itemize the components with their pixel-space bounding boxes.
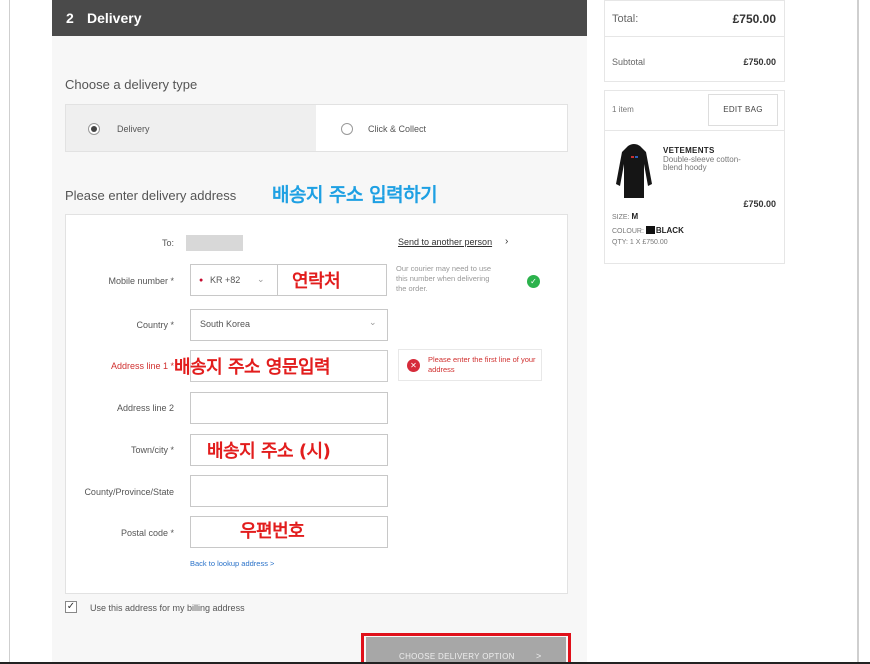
colour-swatch bbox=[645, 226, 655, 234]
annotation-line1: 배송지 주소 영문입력 bbox=[174, 357, 331, 378]
subtotal-label: Subtotal bbox=[612, 57, 646, 67]
back-to-lookup-link[interactable]: Back to lookup address > bbox=[190, 559, 274, 568]
country-value: South Korea bbox=[200, 319, 251, 329]
summary-divider bbox=[605, 130, 784, 131]
product-size: SIZE: M bbox=[612, 212, 638, 221]
edit-bag-label: EDIT BAG bbox=[723, 105, 763, 114]
checkbox-checked-icon[interactable]: ✓ bbox=[65, 601, 77, 613]
size-label: SIZE: bbox=[612, 214, 630, 221]
country-label: Country * bbox=[136, 320, 174, 330]
address-line2-input[interactable] bbox=[190, 392, 388, 424]
annotation-town: 배송지 주소 (시) bbox=[207, 441, 331, 462]
address-line1-error-text: Please enter the first line of your addr… bbox=[428, 355, 536, 374]
recipient-name-redacted bbox=[186, 235, 243, 251]
radio-selected-icon[interactable] bbox=[88, 123, 100, 135]
chevron-right-icon: › bbox=[505, 236, 509, 247]
billing-address-label: Use this address for my billing address bbox=[90, 603, 245, 613]
annotation-address-heading: 배송지 주소 입력하기 bbox=[272, 184, 438, 206]
choose-delivery-option-button[interactable]: CHOOSE DELIVERY OPTION > bbox=[366, 637, 566, 664]
check-circle-icon: ✓ bbox=[527, 275, 540, 288]
annotation-mobile: 연락처 bbox=[292, 271, 341, 292]
error-x-icon: ✕ bbox=[407, 359, 420, 372]
county-label: County/Province/State bbox=[84, 487, 174, 497]
product-colour: COLOUR: BLACK bbox=[612, 226, 684, 235]
step-title: Delivery bbox=[87, 10, 142, 26]
cta-label: CHOOSE DELIVERY OPTION bbox=[399, 652, 515, 661]
annotation-postal: 우편번호 bbox=[240, 521, 305, 542]
county-input[interactable] bbox=[190, 475, 388, 507]
korea-flag-icon: ● bbox=[199, 277, 204, 284]
radio-unselected-icon[interactable] bbox=[341, 123, 353, 135]
product-qty: QTY: 1 X £750.00 bbox=[612, 239, 668, 246]
size-value: M bbox=[631, 212, 639, 221]
window-frame-left bbox=[9, 0, 10, 664]
click-collect-label: Click & Collect bbox=[368, 124, 427, 134]
country-select[interactable]: South Korea ⌄ bbox=[190, 309, 388, 341]
phone-country-code-select[interactable]: ● KR +82 ⌄ bbox=[190, 264, 278, 296]
postal-code-label: Postal code * bbox=[120, 528, 174, 538]
items-count: 1 item bbox=[612, 105, 634, 114]
product-price: £750.00 bbox=[743, 199, 776, 209]
town-label: Town/city * bbox=[130, 445, 174, 455]
chevron-right-icon: > bbox=[536, 651, 542, 661]
address-heading: Please enter delivery address bbox=[65, 188, 237, 203]
mobile-label: Mobile number * bbox=[108, 276, 174, 286]
address-line2-label: Address line 2 bbox=[116, 403, 174, 413]
phone-code-value: KR +82 bbox=[210, 275, 241, 285]
step-number: 2 bbox=[66, 10, 74, 26]
delivery-option-delivery[interactable]: Delivery bbox=[66, 105, 316, 151]
to-label: To: bbox=[161, 238, 174, 248]
edit-bag-button[interactable]: EDIT BAG bbox=[708, 94, 778, 126]
colour-value: BLACK bbox=[655, 226, 684, 235]
total-value: £750.00 bbox=[732, 12, 776, 26]
delivery-step-header: 2 Delivery bbox=[52, 0, 587, 36]
send-to-another-person-link[interactable]: Send to another person bbox=[398, 237, 492, 247]
total-label: Total: bbox=[612, 13, 639, 25]
window-frame-right bbox=[857, 0, 859, 664]
delivery-type-selector: Delivery Click & Collect bbox=[65, 104, 568, 152]
address-line1-error: ✕ Please enter the first line of your ad… bbox=[398, 349, 542, 381]
delivery-option-click-collect[interactable]: Click & Collect bbox=[316, 105, 567, 151]
chevron-down-icon: ⌄ bbox=[257, 274, 265, 284]
delivery-option-label: Delivery bbox=[117, 124, 150, 134]
delivery-type-heading: Choose a delivery type bbox=[65, 77, 198, 92]
courier-note: Our courier may need to use this number … bbox=[396, 264, 492, 293]
product-brand: VETEMENTS bbox=[663, 146, 715, 155]
subtotal-value: £750.00 bbox=[743, 57, 776, 67]
address-line1-label: Address line 1 * bbox=[110, 361, 174, 371]
colour-label: COLOUR: bbox=[612, 228, 644, 235]
chevron-down-icon: ⌄ bbox=[369, 317, 377, 327]
product-name: Double-sleeve cotton-blend hoody bbox=[663, 155, 741, 172]
product-image bbox=[612, 140, 656, 200]
